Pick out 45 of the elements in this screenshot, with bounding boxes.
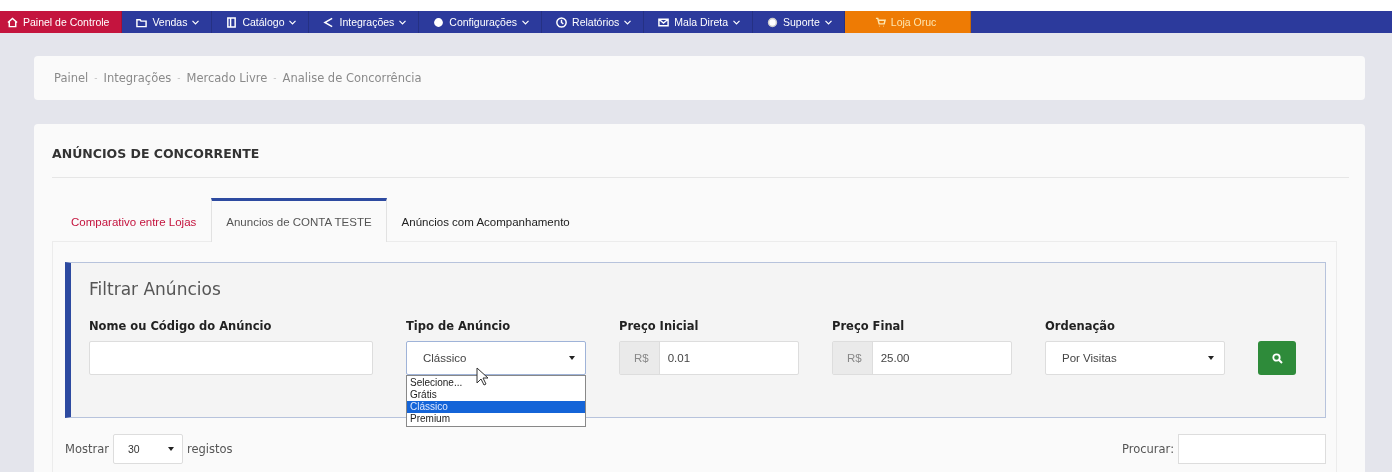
page-size-select[interactable]: 30 [112, 434, 183, 464]
caret-icon [733, 19, 741, 25]
select-field[interactable]: Por Visitas [1045, 341, 1225, 375]
breadcrumb-separator: - [177, 73, 181, 83]
breadcrumb-item: Analise de Concorrência [282, 71, 422, 85]
caret-icon [167, 447, 174, 451]
search-field[interactable] [1178, 434, 1326, 464]
home-icon [7, 16, 18, 28]
filter-title: Filtrar Anúncios [89, 279, 222, 299]
caret-icon [624, 19, 632, 25]
book-icon [226, 16, 238, 28]
caret-icon [1208, 356, 1214, 360]
field-label: Nome ou Código do Anúncio [89, 319, 273, 333]
field-label: Tipo de Anúncio [406, 319, 512, 333]
caret-icon [192, 19, 200, 25]
breadcrumb-separator: - [94, 73, 98, 83]
envelope-icon [658, 16, 670, 28]
caret-icon [289, 19, 297, 25]
tab[interactable]: Anúncios com Acompanhamento [386, 198, 585, 242]
input-field[interactable] [89, 341, 373, 375]
clock-icon [556, 16, 568, 28]
records-label: registos [186, 442, 233, 456]
field-label: Ordenação [1045, 319, 1116, 333]
dropdown-option[interactable]: Clássico [407, 401, 585, 413]
nav-item[interactable]: Painel de Controle [0, 11, 123, 33]
select-field[interactable]: Clássico [406, 341, 586, 375]
section-title: ANÚNCIOS DE CONCORRENTE [52, 146, 1349, 178]
folder-icon [136, 16, 148, 28]
caret-icon [522, 19, 530, 25]
search-button[interactable] [1258, 341, 1296, 375]
show-label: Mostrar [65, 442, 109, 456]
caret-icon [824, 19, 832, 25]
breadcrumb-separator: - [273, 73, 277, 83]
search-label: Procurar: [1121, 442, 1174, 456]
cart-icon [874, 16, 886, 28]
field-label: Preço Final [832, 319, 906, 333]
share-icon [323, 16, 335, 28]
field-label: Preço Inicial [619, 319, 700, 333]
tab[interactable]: Comparativo entre Lojas [56, 198, 212, 242]
price-field[interactable]: R$ 0.01 [619, 341, 799, 375]
search-icon [1271, 352, 1283, 364]
caret-icon [569, 356, 575, 360]
price-field[interactable]: R$ 25.00 [832, 341, 1012, 375]
caret-icon [399, 19, 407, 25]
tab[interactable]: Anuncios de CONTA TESTE [211, 198, 387, 242]
